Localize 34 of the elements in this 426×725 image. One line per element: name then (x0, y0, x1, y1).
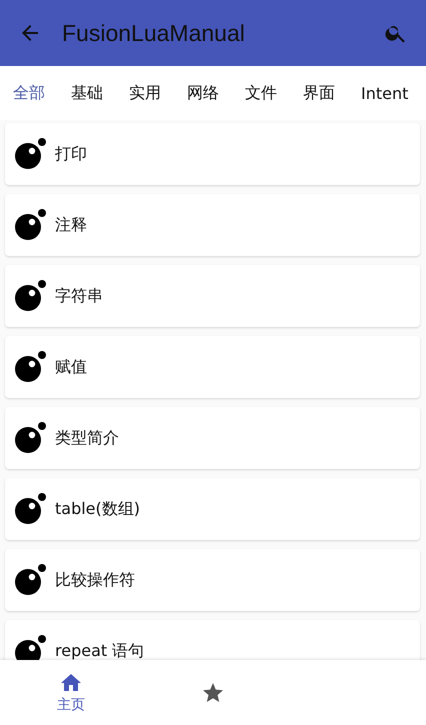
manual-item-card[interactable]: 打印 (5, 123, 420, 185)
item-label: 打印 (55, 144, 87, 164)
category-tab[interactable]: 基础 (71, 82, 103, 104)
home-icon (59, 672, 83, 694)
bomb-icon (14, 493, 46, 525)
item-label: table(数组) (55, 498, 140, 520)
bomb-icon (14, 138, 46, 170)
category-tab[interactable]: 网络 (187, 82, 219, 104)
manual-item-card[interactable]: 类型简介 (5, 407, 420, 469)
item-label: 比较操作符 (55, 570, 135, 590)
manual-item-card[interactable]: 注释 (5, 194, 420, 256)
bomb-icon (14, 209, 46, 241)
bomb-icon (14, 422, 46, 454)
star-icon (201, 680, 225, 704)
manual-item-card[interactable]: repeat 语句 (5, 620, 420, 660)
bomb-icon (14, 564, 46, 596)
app-title: FusionLuaManual (62, 20, 246, 46)
category-tab[interactable]: 全部 (13, 82, 45, 104)
item-label: 注释 (55, 214, 87, 236)
category-tab[interactable]: 文件 (245, 82, 277, 104)
category-tab[interactable]: 界面 (303, 82, 335, 104)
item-label: 类型简介 (55, 428, 119, 448)
manual-item-card[interactable]: table(数组) (5, 478, 420, 540)
category-tab[interactable]: 实用 (129, 82, 161, 104)
nav-item[interactable]: 主页 (0, 660, 142, 725)
bomb-icon (14, 280, 46, 312)
item-label: 赋值 (55, 356, 87, 378)
category-tab[interactable]: Intent (361, 84, 408, 102)
item-label: repeat 语句 (55, 640, 144, 660)
manual-item-card[interactable]: 字符串 (5, 265, 420, 327)
item-label: 字符串 (55, 286, 103, 306)
bomb-icon (14, 351, 46, 383)
manual-item-card[interactable]: 比较操作符 (5, 549, 420, 611)
manual-item-card[interactable]: 赋值 (5, 336, 420, 398)
